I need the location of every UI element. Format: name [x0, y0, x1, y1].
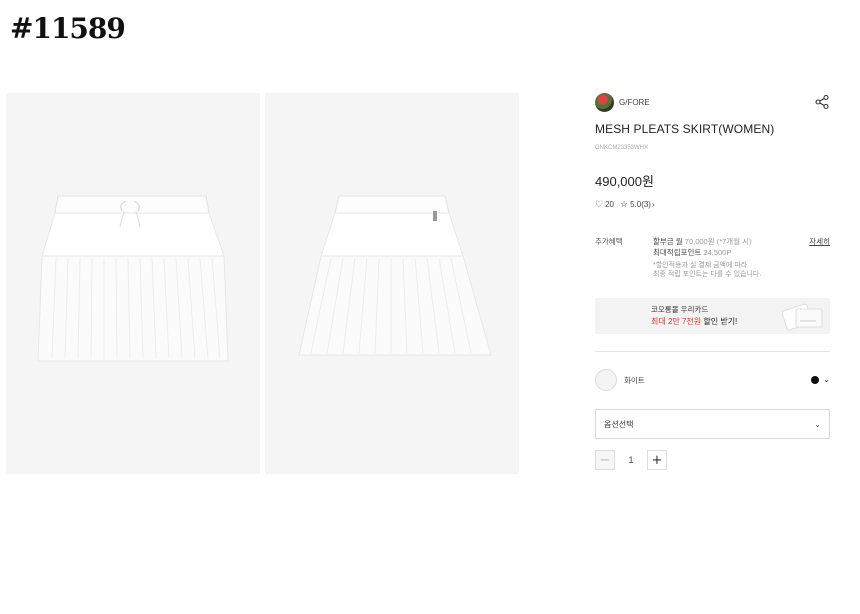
heart-icon[interactable]: ♡: [595, 199, 603, 210]
share-icon[interactable]: [814, 94, 830, 110]
brand-name[interactable]: G/FORE: [619, 98, 650, 107]
card-promo-banner[interactable]: 코오롱몰 우리카드 최대 2만 7천원 할인 받기!: [595, 298, 830, 334]
rating-value: 5.0: [630, 200, 642, 209]
quantity-value[interactable]: 1: [620, 455, 642, 465]
watermark-id: #11589: [10, 12, 126, 45]
product-info-panel: G/FORE MESH PLEATS SKIRT(WOMEN) GNKCM233…: [595, 92, 830, 470]
installment-label: 할부금 월: [653, 237, 683, 246]
star-icon: ☆: [619, 199, 629, 209]
color-row[interactable]: 화이트 ⌄: [595, 369, 830, 391]
card-promo-rest: 할인 받기!: [703, 317, 738, 326]
benefit-note-1: *할인적용과 실 결제 금액에 따라: [653, 262, 748, 269]
color-selector[interactable]: ⌄: [811, 375, 830, 384]
product-price: 490,000원: [595, 174, 654, 189]
color-swatch[interactable]: [595, 369, 617, 391]
chevron-down-icon[interactable]: ⌄: [823, 375, 830, 384]
product-sku: GNKCM23353WHX: [595, 145, 649, 151]
like-count: 20: [605, 200, 614, 209]
quantity-stepper: − 1 +: [595, 450, 830, 470]
points-value: 24,500P: [703, 248, 732, 257]
quantity-decrease-button[interactable]: −: [595, 450, 615, 470]
skirt-side-illustration: [298, 195, 492, 356]
color-name: 화이트: [624, 375, 645, 385]
color-dot-icon[interactable]: [811, 375, 820, 384]
brand-row[interactable]: G/FORE: [595, 92, 830, 112]
option-select[interactable]: 옵션선택 ⌄: [595, 409, 830, 439]
card-promo-line1: 코오롱몰 우리카드: [651, 305, 709, 314]
review-count[interactable]: (3): [641, 200, 651, 209]
skirt-front-illustration: [37, 195, 229, 362]
card-promo-line2: 최대 2만 7천원 할인 받기!: [651, 316, 737, 327]
credit-card-icon: [782, 303, 823, 331]
quantity-increase-button[interactable]: +: [647, 450, 667, 470]
installment-detail: 70,000원 (*7개월 시): [684, 237, 752, 246]
product-title: MESH PLEATS SKIRT(WOMEN): [595, 122, 775, 136]
product-image-front[interactable]: [6, 93, 260, 474]
benefit-section: 추가혜택 할부금 월 70,000원 (*7개월 시) 최대적립포인트 24,5…: [595, 236, 830, 279]
benefit-note-2: 최종 적립 포인트는 다를 수 있습니다.: [653, 271, 762, 278]
benefit-label: 추가혜택: [595, 237, 623, 246]
product-image-side[interactable]: [265, 93, 519, 474]
benefit-body: 할부금 월 70,000원 (*7개월 시) 최대적립포인트 24,500P *…: [653, 236, 761, 279]
option-placeholder: 옵션선택: [604, 419, 634, 429]
section-divider: [595, 351, 830, 352]
brand-logo-icon[interactable]: [595, 92, 614, 112]
chevron-down-icon: ⌄: [814, 419, 821, 429]
points-label: 최대적립포인트: [653, 248, 702, 257]
chevron-right-icon[interactable]: ›: [652, 200, 655, 209]
card-promo-highlight: 최대 2만 7천원: [651, 317, 702, 326]
product-stats: ♡ 20 ☆ 5.0 (3) ›: [595, 199, 830, 210]
benefit-detail-link[interactable]: 자세히: [809, 236, 830, 247]
